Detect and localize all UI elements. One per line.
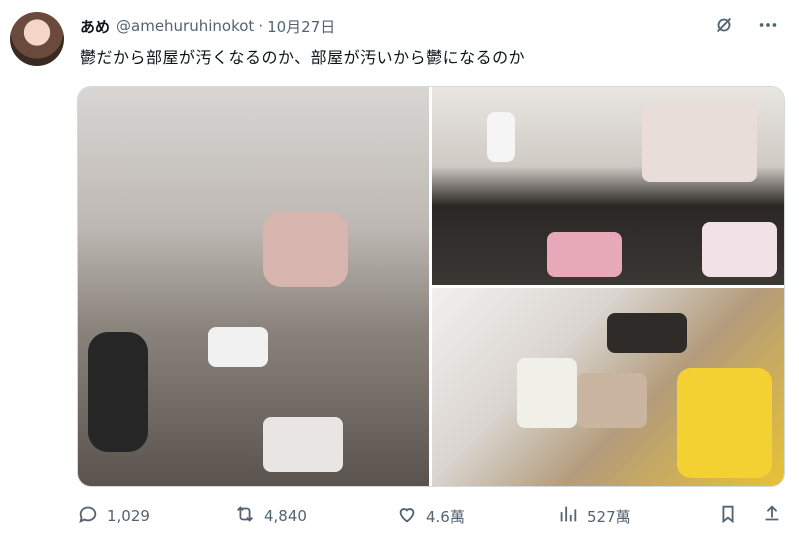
separator: · — [258, 17, 264, 35]
grok-icon[interactable] — [713, 14, 735, 40]
bookmark-icon — [717, 503, 739, 529]
post-date[interactable]: 10月27日 — [267, 16, 335, 37]
heart-icon — [396, 503, 418, 529]
like-button[interactable]: 4.6萬 — [396, 503, 465, 529]
tweet-text: 鬱だから部屋が汚くなるのか、部屋が汚いから鬱になるのか — [80, 48, 526, 67]
bookmark-button[interactable] — [717, 503, 739, 529]
reply-button[interactable]: 1,029 — [77, 503, 150, 529]
views-icon — [557, 503, 579, 529]
retweet-icon — [234, 503, 256, 529]
photo-messy-floor[interactable] — [432, 288, 784, 486]
like-count: 4.6萬 — [426, 507, 465, 526]
reply-count: 1,029 — [107, 507, 150, 525]
share-icon — [761, 503, 783, 529]
more-options-icon[interactable] — [757, 14, 779, 40]
display-name[interactable]: あめ — [80, 16, 110, 37]
media-grid — [77, 86, 785, 487]
avatar[interactable] — [10, 12, 64, 66]
retweet-button[interactable]: 4,840 — [234, 503, 307, 529]
photo-messy-room[interactable] — [78, 87, 429, 486]
retweet-count: 4,840 — [264, 507, 307, 525]
views-button[interactable]: 527萬 — [557, 503, 631, 529]
share-button[interactable] — [761, 503, 783, 529]
user-handle[interactable]: @amehuruhinokot — [116, 17, 254, 35]
views-count: 527萬 — [587, 507, 631, 526]
action-bar: 1,029 4,840 4.6萬 527萬 — [77, 503, 783, 529]
header-icons — [713, 14, 779, 40]
tweet-header: あめ @amehuruhinokot · 10月27日 — [80, 14, 779, 38]
reply-icon — [77, 503, 99, 529]
photo-messy-stove[interactable] — [432, 87, 784, 285]
